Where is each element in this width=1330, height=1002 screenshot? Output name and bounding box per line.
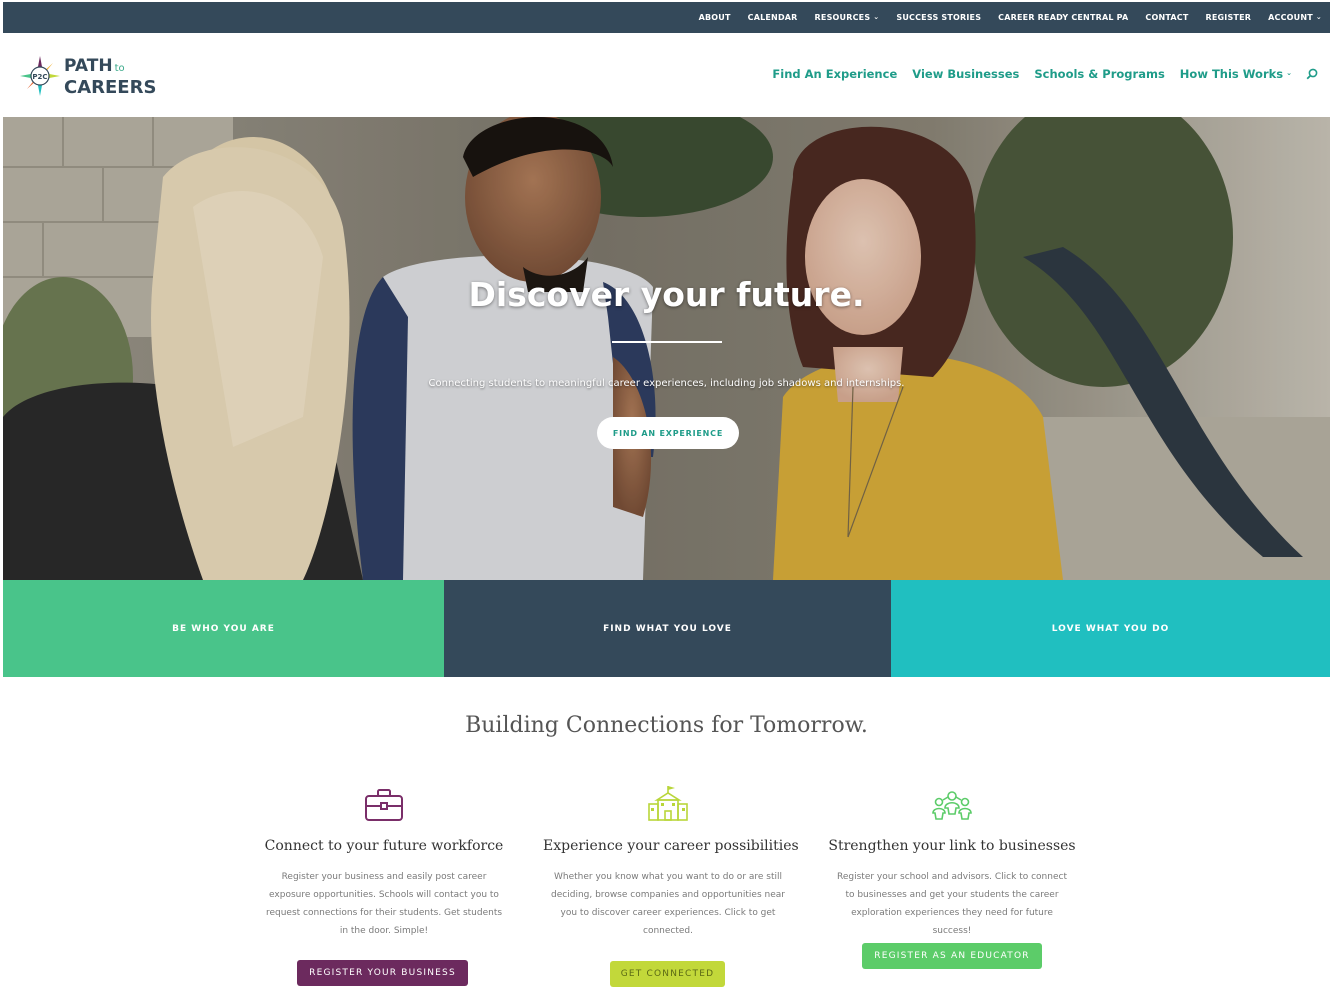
page: ABOUT CALENDAR RESOURCES ⌄ SUCCESS STORIE… [3,2,1330,1002]
hero-banner: Discover your future. Connecting student… [3,117,1330,580]
hero-title: Discover your future. [468,275,865,314]
chevron-down-icon: ⌄ [873,12,880,21]
utility-bar: ABOUT CALENDAR RESOURCES ⌄ SUCCESS STORIE… [3,2,1330,33]
main-nav: Find An Experience View Businesses Schoo… [757,67,1318,81]
utility-link-account[interactable]: ACCOUNT ⌄ [1268,12,1322,23]
chevron-down-icon: ⌄ [1315,12,1322,21]
column-educators: Strengthen your link to businesses Regis… [827,782,1077,940]
nav-schools-programs[interactable]: Schools & Programs [1034,67,1164,81]
utility-link-register[interactable]: REGISTER [1206,13,1252,22]
section-heading: Building Connections for Tomorrow. [465,713,868,738]
band-label: LOVE WHAT YOU DO [1051,623,1170,634]
utility-link-label: RESOURCES [814,13,871,22]
column-text: Register your business and easily post c… [265,872,503,936]
register-as-an-educator-button[interactable]: REGISTER AS AN EDUCATOR [862,943,1042,969]
band-label: BE WHO YOU ARE [172,623,275,634]
nav-label: Schools & Programs [1034,67,1165,81]
utility-link-resources[interactable]: RESOURCES ⌄ [814,12,880,23]
utility-link-label: ABOUT [698,13,731,22]
school-icon [648,786,688,821]
nav-label: Find An Experience [772,67,898,81]
nav-label: How This Works [1179,67,1284,81]
feature-bands: BE WHO YOU ARE FIND WHAT YOU LOVE LOVE W… [3,580,1330,677]
logo-line-path: PATH [64,56,113,76]
utility-link-label: SUCCESS STORIES [896,13,982,22]
nav-find-an-experience[interactable]: Find An Experience [772,67,897,81]
briefcase-icon [365,789,403,821]
band-label: FIND WHAT YOU LOVE [603,623,732,634]
register-your-business-button[interactable]: REGISTER YOUR BUSINESS [297,960,468,986]
column-students: Experience your career possibilities Whe… [543,782,799,940]
band-be-who-you-are: BE WHO YOU ARE [3,580,444,677]
compass-logo-icon: P2C [20,56,60,96]
nav-how-this-works[interactable]: How This Works ⌄ [1180,67,1292,81]
find-an-experience-button[interactable]: FIND AN EXPERIENCE [597,417,739,449]
column-title: Experience your career possibilities [543,838,799,854]
site-header: P2C PATH to CAREERS Find An Experience Vi… [3,33,1330,117]
band-find-what-you-love: FIND WHAT YOU LOVE [444,580,891,677]
utility-nav: ABOUT CALENDAR RESOURCES ⌄ SUCCESS STORIE… [682,2,1322,33]
search-icon[interactable] [1306,68,1318,80]
nav-view-businesses[interactable]: View Businesses [912,67,1019,81]
utility-link-calendar[interactable]: CALENDAR [748,13,798,22]
utility-link-success-stories[interactable]: SUCCESS STORIES [896,13,981,22]
column-title: Connect to your future workforce [264,838,504,854]
people-network-icon [932,791,972,820]
utility-link-label: ACCOUNT [1268,13,1313,22]
utility-link-label: CALENDAR [747,13,798,22]
get-connected-button[interactable]: GET CONNECTED [610,961,725,987]
column-title: Strengthen your link to businesses [828,838,1076,854]
hero-divider [612,341,722,343]
utility-link-contact[interactable]: CONTACT [1145,13,1188,22]
chevron-down-icon: ⌄ [1286,69,1292,77]
utility-link-about[interactable]: ABOUT [699,13,731,22]
logo-line-careers: CAREERS [64,77,157,98]
hero-subtitle: Connecting students to meaningful career… [428,378,905,389]
nav-label: View Businesses [912,67,1020,81]
column-businesses: Connect to your future workforce Registe… [259,782,509,940]
logo-line-to: to [114,63,125,74]
utility-link-label: REGISTER [1205,13,1252,22]
logo-wordmark: PATH to CAREERS [64,56,157,98]
band-love-what-you-do: LOVE WHAT YOU DO [891,580,1330,677]
site-logo[interactable]: P2C PATH to CAREERS [19,53,159,99]
utility-link-career-ready-central-pa[interactable]: CAREER READY CENTRAL PA [998,13,1128,22]
column-text: Register your school and advisors. Click… [837,872,1067,936]
hero-photo [3,117,1330,580]
utility-link-label: CAREER READY CENTRAL PA [998,13,1129,22]
column-text: Whether you know what you want to do or … [551,872,785,936]
utility-link-label: CONTACT [1145,13,1189,22]
svg-text:P2C: P2C [32,73,47,81]
